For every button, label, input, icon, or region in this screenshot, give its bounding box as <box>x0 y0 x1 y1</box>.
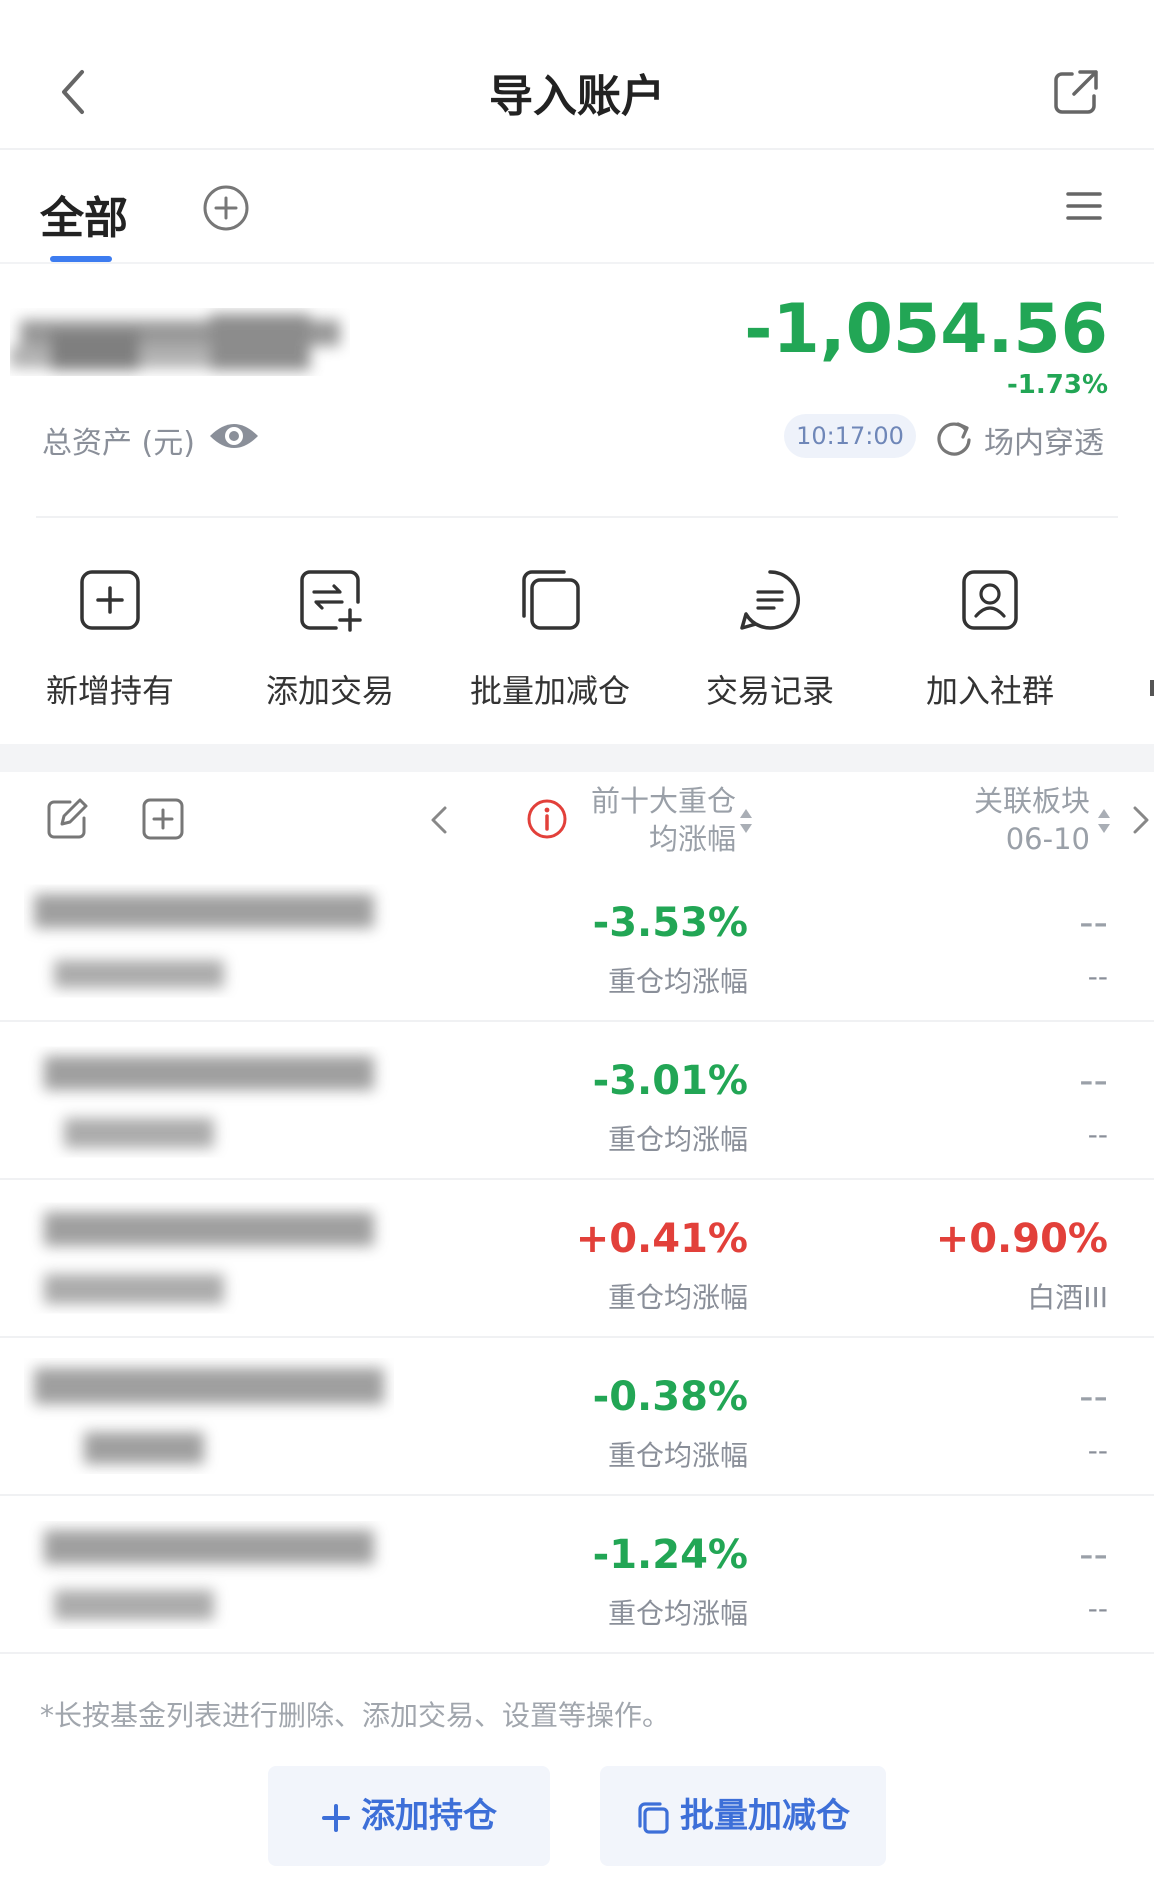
long-press-hint: *长按基金列表进行删除、添加交易、设置等操作。 <box>40 1699 671 1732</box>
hidden-fund-name <box>34 1368 384 1464</box>
refresh-icon[interactable] <box>934 418 974 458</box>
section-separator <box>0 744 1154 772</box>
page-title: 导入账户 <box>489 71 665 122</box>
top10-avg-change: -0.38% <box>592 1374 748 1420</box>
sort-icon[interactable] <box>1096 806 1112 836</box>
sector-name: -- <box>1087 960 1108 993</box>
top10-avg-label: 重仓均涨幅 <box>607 1597 748 1630</box>
top10-avg-change: -3.53% <box>592 900 748 946</box>
hidden-fund-name <box>34 894 374 988</box>
external-link-icon[interactable] <box>1050 66 1102 118</box>
sector-change: -- <box>1079 1058 1108 1104</box>
plus-circle-icon[interactable] <box>200 182 252 234</box>
daily-pnl-value: -1,054.56 <box>744 290 1108 369</box>
column-header-related-sector[interactable]: 关联板块 06-10 <box>920 782 1090 858</box>
penetration-toggle[interactable]: 场内穿透 <box>984 418 1104 462</box>
chevron-right-icon[interactable] <box>1128 800 1154 840</box>
sector-name: -- <box>1087 1434 1108 1467</box>
add-square-icon <box>80 570 140 630</box>
top10-avg-change: +0.41% <box>575 1216 748 1262</box>
action-join-community[interactable]: 加入社群 <box>900 566 1080 716</box>
top10-avg-label: 重仓均涨幅 <box>607 1281 748 1314</box>
sector-name: -- <box>1087 1118 1108 1151</box>
action-label: 交易记录 <box>705 672 834 710</box>
daily-pnl-percent: -1.73% <box>1007 370 1108 400</box>
add-position-button[interactable]: 添加持仓 <box>268 1766 550 1866</box>
active-tab-indicator <box>50 256 112 262</box>
action-label: 新增持有 <box>45 672 174 710</box>
add-square-icon[interactable] <box>140 796 186 842</box>
swap-add-icon <box>300 570 362 632</box>
action-add-trade[interactable]: 添加交易 <box>240 566 420 716</box>
sector-name: -- <box>1087 1592 1108 1625</box>
batch-adjust-button[interactable]: 批量加减仓 <box>600 1766 886 1866</box>
fund-row[interactable]: -3.53% 重仓均涨幅 -- -- <box>0 866 1154 1022</box>
hidden-fund-name <box>44 1212 374 1304</box>
user-badge-icon <box>962 570 1018 630</box>
plus-icon <box>322 1803 350 1832</box>
sort-icon[interactable] <box>738 806 754 836</box>
top10-avg-change: -3.01% <box>592 1058 748 1104</box>
sector-change: -- <box>1079 900 1108 946</box>
fund-row[interactable]: -3.01% 重仓均涨幅 -- -- <box>0 1024 1154 1180</box>
fund-row[interactable]: -0.38% 重仓均涨幅 -- -- <box>0 1340 1154 1496</box>
divider <box>36 516 1118 518</box>
update-time-badge: 10:17:00 <box>784 414 916 458</box>
action-label: 加入社群 <box>925 672 1054 710</box>
more-actions-hint <box>1150 680 1154 696</box>
tab-all[interactable]: 全部 <box>40 182 128 246</box>
action-label: 添加交易 <box>265 672 394 710</box>
hidden-fund-name <box>44 1530 374 1620</box>
add-position-label: 添加持仓 <box>361 1796 497 1836</box>
top10-avg-label: 重仓均涨幅 <box>607 1439 748 1472</box>
action-trade-records[interactable]: 交易记录 <box>680 566 860 716</box>
info-icon[interactable] <box>526 798 568 840</box>
fund-row[interactable]: +0.41% 重仓均涨幅 +0.90% 白酒III <box>0 1182 1154 1338</box>
eye-icon[interactable] <box>208 416 260 456</box>
chevron-left-icon[interactable] <box>426 800 452 840</box>
top10-avg-change: -1.24% <box>592 1532 748 1578</box>
action-label: 批量加减仓 <box>469 672 630 710</box>
fund-row[interactable]: -1.24% 重仓均涨幅 -- -- <box>0 1498 1154 1654</box>
account-tab-bar: 全部 <box>0 152 1154 264</box>
stack-copy-icon <box>522 570 580 630</box>
top-bar: 导入账户 <box>0 0 1154 150</box>
sector-change: -- <box>1079 1374 1108 1420</box>
hidden-asset-value <box>10 314 340 370</box>
hidden-fund-name <box>44 1056 374 1148</box>
sector-change: -- <box>1079 1532 1108 1578</box>
top10-avg-label: 重仓均涨幅 <box>607 1123 748 1156</box>
batch-adjust-label: 批量加减仓 <box>680 1796 850 1836</box>
total-asset-label: 总资产 (元) <box>42 426 195 461</box>
hamburger-menu-icon[interactable] <box>1064 186 1104 226</box>
edit-icon[interactable] <box>44 796 90 842</box>
action-add-holding[interactable]: 新增持有 <box>20 566 200 716</box>
top10-avg-label: 重仓均涨幅 <box>607 965 748 998</box>
list-record-icon <box>740 570 800 630</box>
sector-change: +0.90% <box>935 1216 1108 1262</box>
column-header-top10-avg[interactable]: 前十大重仓 均涨幅 <box>570 782 736 858</box>
stack-copy-icon <box>638 1801 669 1834</box>
sector-name: 白酒III <box>1027 1281 1108 1314</box>
action-batch-adjust[interactable]: 批量加减仓 <box>460 566 640 716</box>
